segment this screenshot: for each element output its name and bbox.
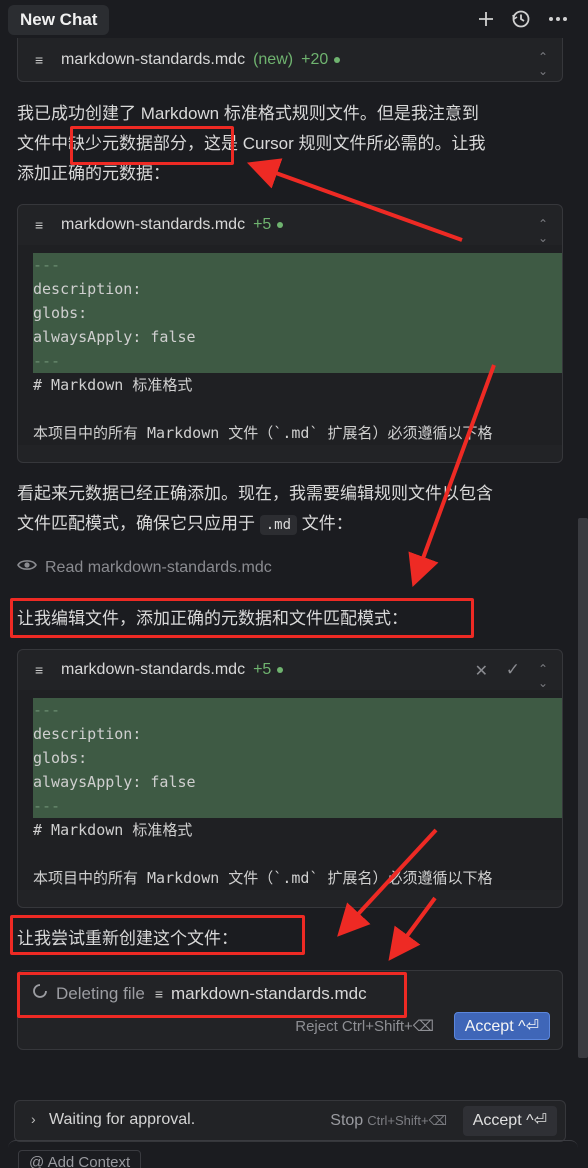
inline-code: .md xyxy=(259,515,298,535)
more-icon[interactable] xyxy=(547,8,569,30)
file-name: markdown-standards.mdc xyxy=(61,51,246,68)
file-card-new[interactable]: ≡ markdown-standards.mdc (new) +20 ⌃ ⌄ xyxy=(17,38,563,82)
reject-button[interactable]: Reject Ctrl+Shift+⌫ xyxy=(295,1017,434,1035)
diff-count: +5 xyxy=(253,216,272,233)
file-name: markdown-standards.mdc xyxy=(61,216,246,233)
code-line: alwaysApply: false xyxy=(33,770,562,794)
file-name: markdown-standards.mdc xyxy=(61,661,246,678)
plus-icon[interactable] xyxy=(475,8,497,30)
history-icon[interactable] xyxy=(510,8,532,30)
file-icon: ≡ xyxy=(35,217,44,233)
status-dot xyxy=(277,667,284,673)
read-file-label: Read markdown-standards.mdc xyxy=(45,558,272,576)
file-icon: ≡ xyxy=(35,52,44,68)
code-line: --- xyxy=(33,253,562,277)
annotation-box xyxy=(10,598,474,638)
chat-title-tab[interactable]: New Chat xyxy=(8,5,110,35)
message-line: 看起来元数据已经正确添加。现在，我需要编辑规则文件以包含 xyxy=(17,484,493,503)
code-line: globs: xyxy=(33,746,562,770)
code-diff: --- description: globs: alwaysApply: fal… xyxy=(18,690,562,890)
diff-count: +20 xyxy=(301,51,329,68)
message-line: 我已成功创建了 Markdown 标准格式规则文件。但是我注意到 xyxy=(17,104,479,123)
code-line: # Markdown 标准格式 xyxy=(33,821,193,839)
code-line: globs: xyxy=(33,301,562,325)
scrollbar[interactable] xyxy=(578,518,588,1058)
stop-button[interactable]: Stop Ctrl+Shift+⌫ xyxy=(330,1112,447,1130)
code-line: alwaysApply: false xyxy=(33,325,562,349)
diff-count: +5 xyxy=(253,661,272,678)
annotation-box xyxy=(17,972,407,1018)
accept-button[interactable]: Accept ^⏎ xyxy=(453,1012,550,1040)
status-dot xyxy=(277,222,284,228)
code-line: 本项目中的所有 Markdown 文件（`.md` 扩展名）必须遵循以下格 xyxy=(33,869,493,887)
code-line: --- xyxy=(33,794,562,818)
annotation-box xyxy=(70,126,234,165)
code-line: --- xyxy=(33,698,562,722)
file-card-edit-1[interactable]: ≡ markdown-standards.mdc +5 ⌃ ⌄ --- descr… xyxy=(17,204,563,463)
code-line: description: xyxy=(33,722,562,746)
expand-chevron-icon[interactable]: ⌃ ⌄ xyxy=(538,662,548,690)
assistant-message-2: 看起来元数据已经正确添加。现在，我需要编辑规则文件以包含 文件匹配模式，确保它只… xyxy=(17,479,577,540)
code-diff: --- description: globs: alwaysApply: fal… xyxy=(18,245,562,445)
add-context-button[interactable]: @ Add Context xyxy=(18,1150,142,1168)
file-card-edit-2[interactable]: ≡ markdown-standards.mdc +5 ✕ ✓ ⌃ ⌄ --- d… xyxy=(17,649,563,908)
approval-status: Waiting for approval. xyxy=(49,1111,196,1128)
new-tag: (new) xyxy=(253,51,294,68)
status-dot xyxy=(334,57,341,63)
file-icon: ≡ xyxy=(35,662,44,678)
eye-icon xyxy=(17,558,37,577)
code-line: --- xyxy=(33,349,562,373)
approval-bar: › Waiting for approval. Stop Ctrl+Shift+⌫… xyxy=(14,1100,566,1142)
expand-chevron-icon[interactable]: ⌃ ⌄ xyxy=(538,217,548,245)
check-icon[interactable]: ✓ xyxy=(506,660,520,680)
code-line: # Markdown 标准格式 xyxy=(33,376,193,394)
approval-accept-button[interactable]: Accept ^⏎ xyxy=(462,1106,557,1136)
chat-header: New Chat xyxy=(0,0,588,40)
read-file-status[interactable]: Read markdown-standards.mdc xyxy=(17,558,272,577)
code-line: description: xyxy=(33,277,562,301)
annotation-box xyxy=(10,915,305,955)
expand-chevron-icon[interactable]: ⌃ ⌄ xyxy=(538,50,548,78)
code-line: 本项目中的所有 Markdown 文件（`.md` 扩展名）必须遵循以下格 xyxy=(33,424,493,442)
message-line: 文件匹配模式，确保它只应用于 .md 文件： xyxy=(17,514,353,535)
chevron-right-icon[interactable]: › xyxy=(31,1111,36,1127)
close-icon[interactable]: ✕ xyxy=(475,661,488,681)
